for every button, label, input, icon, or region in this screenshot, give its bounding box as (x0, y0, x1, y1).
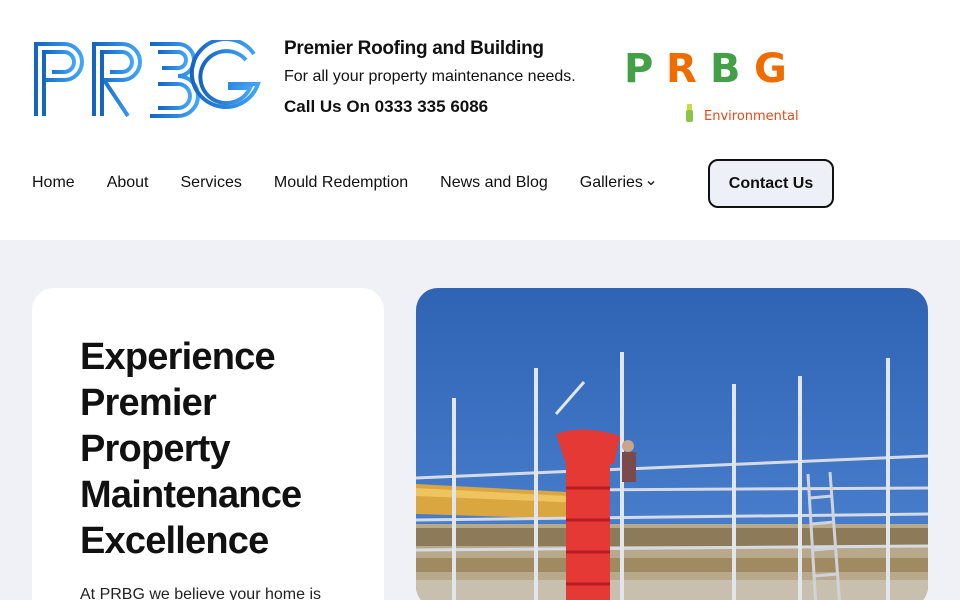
hero-heading-line: Maintenance (80, 474, 302, 516)
main-nav: Home About Services Mould Redemption New… (32, 158, 688, 208)
company-tagline: For all your property maintenance needs. (284, 68, 576, 85)
company-name: Premier Roofing and Building (284, 38, 544, 59)
spray-bottle-icon (686, 104, 693, 122)
svg-text:P: P (624, 46, 653, 92)
nav-galleries[interactable]: Galleries (580, 158, 656, 208)
svg-text:B: B (710, 46, 741, 92)
contact-us-button[interactable]: Contact Us (708, 159, 834, 208)
hero-section: Experience Premier Property Maintenance … (0, 240, 960, 600)
prbg-logo-mark (34, 40, 261, 118)
nav-home[interactable]: Home (32, 158, 75, 208)
hero-heading-line: Excellence (80, 520, 269, 562)
hero-heading: Experience Premier Property Maintenance … (80, 334, 370, 564)
chevron-down-icon[interactable] (646, 178, 656, 188)
prbg-environmental-logo[interactable]: P R B G Environmental (624, 40, 804, 126)
nav-about[interactable]: About (107, 158, 149, 208)
prbg-environmental-logo-mark: P R B G Environmental (624, 46, 799, 124)
hero-heading-line: Premier (80, 382, 217, 424)
nav-mould-redemption[interactable]: Mould Redemption (274, 158, 408, 208)
nav-services[interactable]: Services (181, 158, 242, 208)
hero-heading-line: Property (80, 428, 231, 470)
nav-news-and-blog[interactable]: News and Blog (440, 158, 548, 208)
phone-number[interactable]: Call Us On 0333 335 6086 (284, 92, 614, 122)
header-tagline: Premier Roofing and Building For all you… (284, 36, 614, 122)
prbg-logo[interactable] (32, 40, 262, 118)
hero-text-card: Experience Premier Property Maintenance … (32, 288, 384, 600)
hero-intro-text: At PRBG we believe your home is (80, 586, 321, 600)
svg-text:G: G (754, 46, 787, 92)
svg-text:R: R (666, 46, 697, 92)
nav-galleries-label: Galleries (579, 174, 643, 191)
svg-text:Environmental: Environmental (704, 109, 799, 124)
hero-heading-line: Experience (80, 336, 276, 378)
site-header: Premier Roofing and Building For all you… (0, 0, 960, 240)
scaffolding-photo (416, 288, 928, 600)
